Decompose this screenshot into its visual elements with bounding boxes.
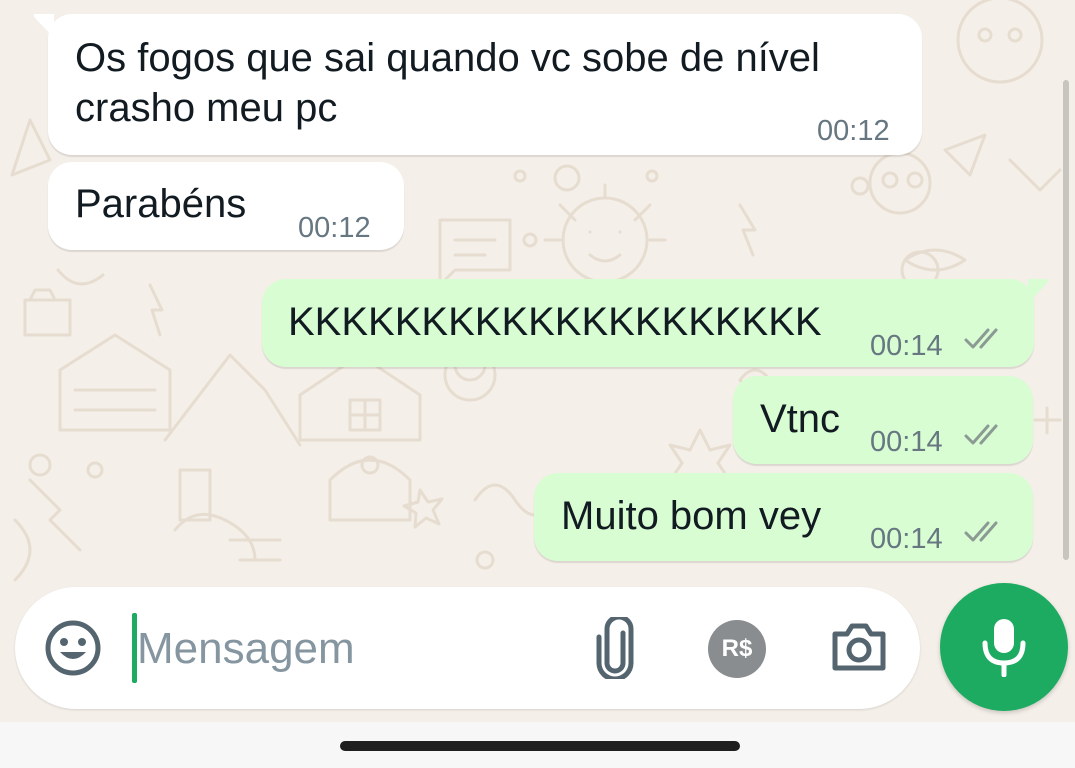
message-bubble-outgoing[interactable]: Muito bom vey 00:14	[534, 473, 1033, 561]
message-timestamp: 00:14	[870, 426, 943, 458]
double-check-icon	[964, 521, 998, 542]
scroll-indicator[interactable]	[1063, 80, 1069, 560]
paperclip-icon[interactable]	[593, 617, 641, 679]
message-text: Parabéns	[75, 182, 247, 226]
payment-button[interactable]: R$	[708, 620, 766, 678]
message-timestamp: 00:14	[870, 330, 943, 362]
double-check-icon	[964, 424, 998, 445]
message-bubble-incoming[interactable]: Parabéns 00:12	[48, 162, 404, 250]
bubble-tail	[1028, 279, 1049, 303]
bubble-tail	[33, 14, 54, 38]
message-bubble-outgoing[interactable]: Vtnc 00:14	[733, 376, 1033, 464]
camera-icon[interactable]	[830, 620, 888, 674]
message-composer[interactable]: Mensagem R$	[15, 587, 920, 709]
message-text: Os fogos que sai quando vc sobe de nível	[75, 36, 820, 80]
message-timestamp: 00:12	[817, 115, 890, 147]
message-text: crasho meu pc	[75, 86, 338, 130]
microphone-button[interactable]	[940, 583, 1068, 711]
emoji-icon[interactable]	[43, 618, 103, 678]
system-navigation-bar	[0, 722, 1075, 768]
message-text: Muito bom vey	[561, 494, 822, 538]
double-check-icon	[964, 328, 998, 349]
message-text: KKKKKKKKKKKKKKKKKKKK	[288, 300, 822, 344]
message-input[interactable]: Mensagem	[137, 625, 355, 673]
home-gesture-bar[interactable]	[340, 741, 740, 751]
message-timestamp: 00:12	[298, 212, 371, 244]
message-timestamp: 00:14	[870, 523, 943, 555]
message-bubble-outgoing[interactable]: KKKKKKKKKKKKKKKKKKKK 00:14	[262, 279, 1049, 367]
message-bubble-incoming[interactable]: Os fogos que sai quando vc sobe de nível…	[33, 14, 922, 155]
message-text: Vtnc	[760, 397, 841, 441]
microphone-icon	[982, 619, 1026, 677]
